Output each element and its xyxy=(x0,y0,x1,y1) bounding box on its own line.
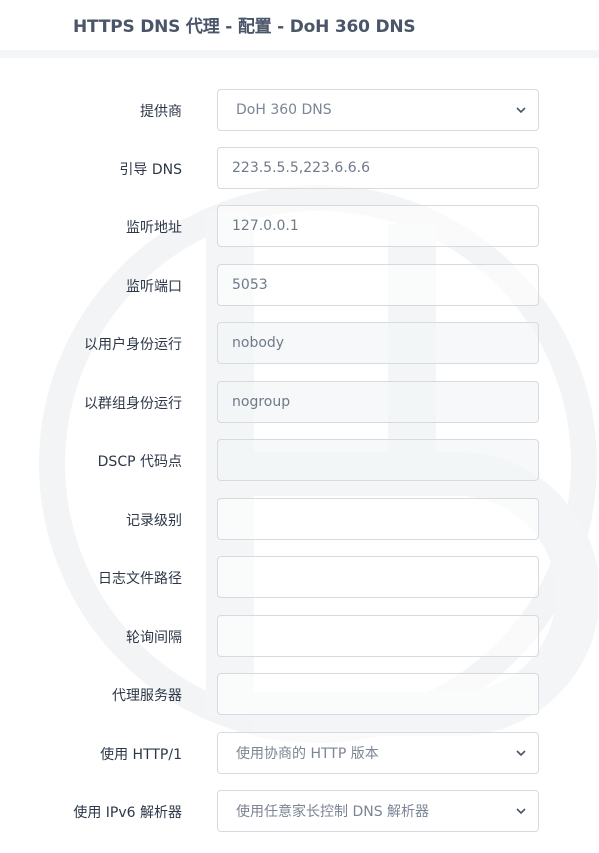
provider-label: 提供商 xyxy=(140,104,182,120)
log-file-input[interactable] xyxy=(217,556,539,598)
run-as-group-row: 以群组身份运行 xyxy=(0,381,599,425)
chevron-down-icon xyxy=(516,105,526,115)
listen-port-row: 监听端口 xyxy=(0,264,599,308)
dscp-label: DSCP 代码点 xyxy=(97,454,182,470)
provider-row: 提供商 DoH 360 DNS xyxy=(0,89,599,133)
run-as-user-input[interactable] xyxy=(217,322,539,364)
listen-address-row: 监听地址 xyxy=(0,205,599,249)
listen-address-input[interactable] xyxy=(217,205,539,247)
log-file-row: 日志文件路径 xyxy=(0,556,599,600)
use-http1-label: 使用 HTTP/1 xyxy=(100,747,182,763)
polling-interval-input[interactable] xyxy=(217,615,539,657)
use-http1-row: 使用 HTTP/1 使用协商的 HTTP 版本 xyxy=(0,732,599,776)
proxy-server-row: 代理服务器 xyxy=(0,673,599,717)
proxy-server-input[interactable] xyxy=(217,673,539,715)
chevron-down-icon xyxy=(516,806,526,816)
proxy-server-label: 代理服务器 xyxy=(112,688,182,704)
dscp-input[interactable] xyxy=(217,439,539,481)
log-file-label: 日志文件路径 xyxy=(98,571,182,587)
use-http1-value: 使用协商的 HTTP 版本 xyxy=(236,746,379,762)
chevron-down-icon xyxy=(516,748,526,758)
bootstrap-dns-input[interactable] xyxy=(217,147,539,189)
use-ipv6-row: 使用 IPv6 解析器 使用任意家长控制 DNS 解析器 xyxy=(0,790,599,834)
log-level-row: 记录级别 xyxy=(0,498,599,542)
run-as-group-label: 以群组身份运行 xyxy=(84,396,182,412)
page-title: HTTPS DNS 代理 - 配置 - DoH 360 DNS xyxy=(73,17,416,37)
bootstrap-dns-label: 引导 DNS xyxy=(119,162,182,178)
use-ipv6-value: 使用任意家长控制 DNS 解析器 xyxy=(236,804,430,820)
config-form: 提供商 DoH 360 DNS 引导 DNS 监听地址 监听端口 以用户身份运行… xyxy=(0,58,599,853)
run-as-user-label: 以用户身份运行 xyxy=(84,337,182,353)
polling-interval-label: 轮询间隔 xyxy=(126,630,182,646)
dscp-row: DSCP 代码点 xyxy=(0,439,599,483)
polling-interval-row: 轮询间隔 xyxy=(0,615,599,659)
run-as-group-input[interactable] xyxy=(217,381,539,423)
listen-port-input[interactable] xyxy=(217,264,539,306)
listen-port-label: 监听端口 xyxy=(126,279,182,295)
use-ipv6-label: 使用 IPv6 解析器 xyxy=(73,805,182,821)
listen-address-label: 监听地址 xyxy=(126,220,182,236)
log-level-input[interactable] xyxy=(217,498,539,540)
provider-value: DoH 360 DNS xyxy=(236,102,332,118)
log-level-label: 记录级别 xyxy=(126,513,182,529)
page-header: HTTPS DNS 代理 - 配置 - DoH 360 DNS xyxy=(0,0,599,50)
run-as-user-row: 以用户身份运行 xyxy=(0,322,599,366)
use-ipv6-select[interactable]: 使用任意家长控制 DNS 解析器 xyxy=(217,790,539,832)
use-http1-select[interactable]: 使用协商的 HTTP 版本 xyxy=(217,732,539,774)
bootstrap-dns-row: 引导 DNS xyxy=(0,147,599,191)
provider-select[interactable]: DoH 360 DNS xyxy=(217,89,539,131)
